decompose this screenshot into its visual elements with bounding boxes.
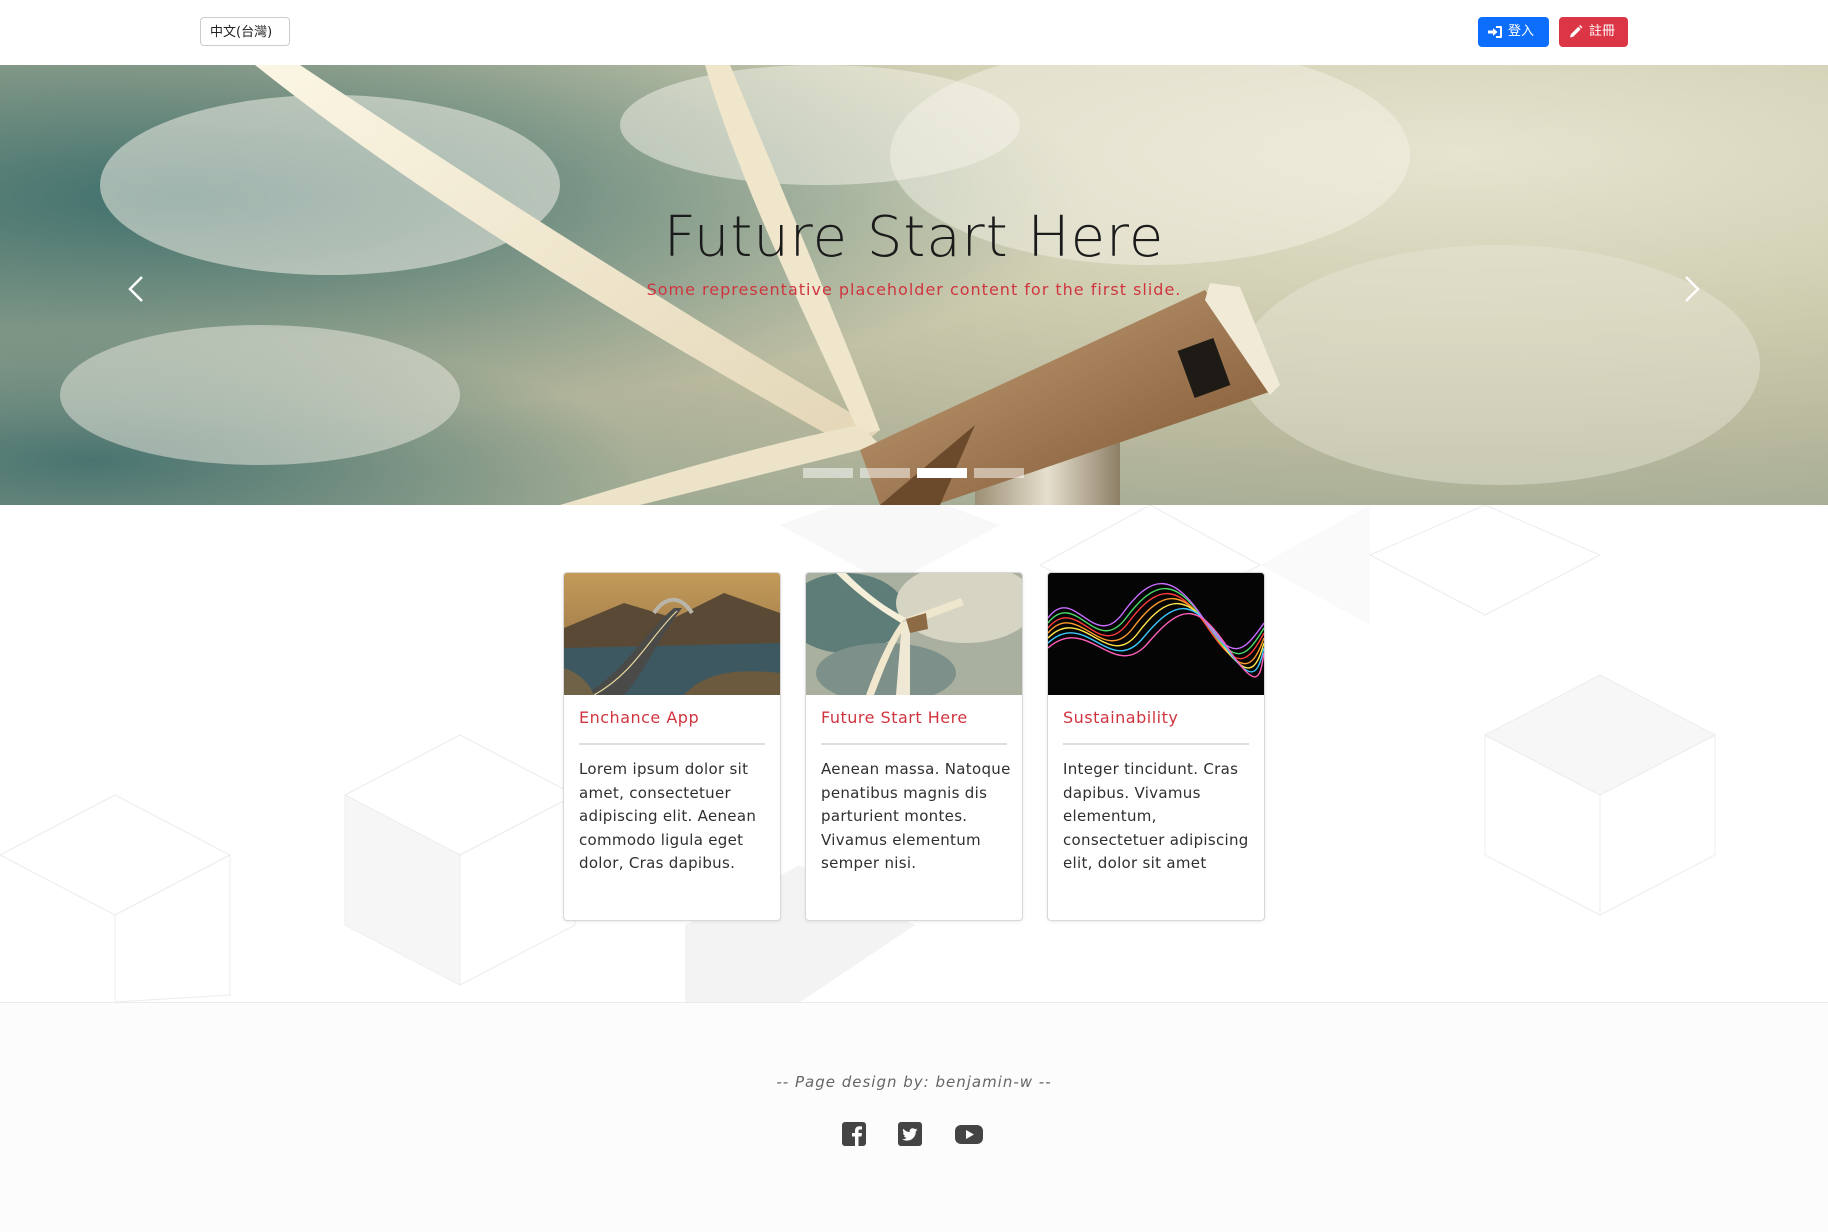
card-divider bbox=[1063, 743, 1249, 745]
carousel-indicator-2[interactable] bbox=[860, 468, 910, 478]
card-title: Future Start Here bbox=[821, 708, 968, 727]
feature-card: Enchance App Lorem ipsum dolor sit amet,… bbox=[563, 572, 781, 921]
hero-carousel: Future Start Here Some representative pl… bbox=[0, 65, 1828, 505]
signup-label: 註冊 bbox=[1589, 24, 1616, 39]
feature-card: Sustainability Integer tincidunt. Cras d… bbox=[1047, 572, 1265, 921]
carousel-indicator-1[interactable] bbox=[803, 468, 853, 478]
sign-in-icon bbox=[1488, 26, 1502, 38]
card-title: Enchance App bbox=[579, 708, 700, 727]
card-image-wind-turbine bbox=[806, 573, 1022, 695]
features-section: Enchance App Lorem ipsum dolor sit amet,… bbox=[0, 505, 1828, 1002]
carousel-indicator-4[interactable] bbox=[974, 468, 1024, 478]
facebook-icon[interactable] bbox=[841, 1121, 867, 1147]
signup-button[interactable]: 註冊 bbox=[1559, 17, 1628, 47]
youtube-icon[interactable] bbox=[954, 1121, 984, 1147]
hero-title: Future Start Here bbox=[663, 205, 1165, 270]
carousel-indicator-3[interactable] bbox=[917, 468, 967, 478]
login-label: 登入 bbox=[1508, 24, 1535, 39]
feature-card: Future Start Here Aenean massa. Natoque … bbox=[805, 572, 1023, 921]
language-select[interactable]: 中文(台灣) bbox=[200, 17, 290, 46]
carousel-next-icon[interactable] bbox=[1676, 269, 1706, 309]
design-credit: -- Page design by: benjamin-w -- bbox=[776, 1073, 1052, 1091]
top-navbar: 中文(台灣) 登入 註冊 bbox=[0, 0, 1828, 65]
card-image-light-waves bbox=[1048, 573, 1264, 695]
card-text: Integer tincidunt. Cras dapibus. Vivamus… bbox=[1063, 760, 1249, 872]
login-button[interactable]: 登入 bbox=[1478, 17, 1549, 47]
card-image-coastal-road bbox=[564, 573, 780, 695]
carousel-indicators bbox=[0, 468, 1828, 478]
card-divider bbox=[821, 743, 1007, 745]
hero-subtitle: Some representative placeholder content … bbox=[646, 280, 1182, 299]
card-text: Aenean massa. Natoque penatibus magnis d… bbox=[821, 760, 1011, 872]
pencil-icon bbox=[1570, 25, 1583, 38]
twitter-icon[interactable] bbox=[897, 1121, 923, 1147]
carousel-prev-icon[interactable] bbox=[122, 269, 152, 309]
card-divider bbox=[579, 743, 765, 745]
card-title: Sustainability bbox=[1063, 708, 1179, 727]
footer: -- Page design by: benjamin-w -- bbox=[0, 1002, 1828, 1232]
card-text: Lorem ipsum dolor sit amet, consectetuer… bbox=[579, 760, 757, 872]
